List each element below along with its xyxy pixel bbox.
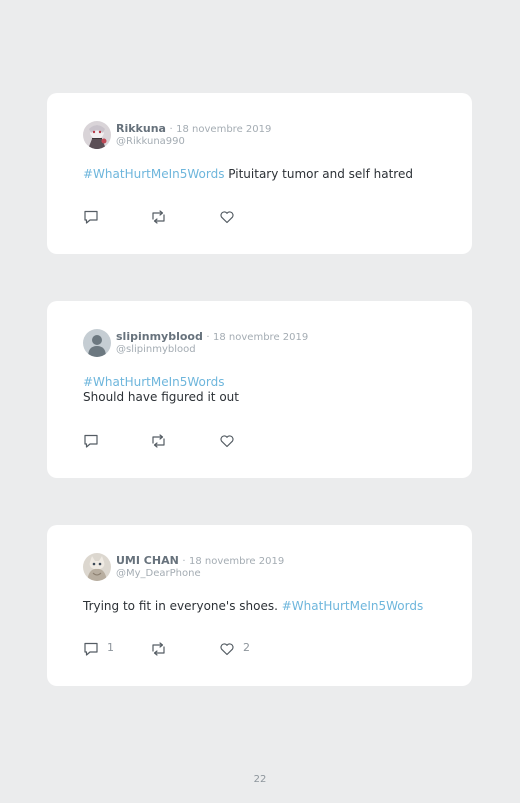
retweet-button[interactable] [150,641,167,657]
author-handle[interactable]: @My_DearPhone [116,568,284,580]
tweet-actions [83,433,283,449]
avatar[interactable] [83,553,111,581]
separator-dot: · [206,332,210,343]
hashtag-link[interactable]: #WhatHurtMeIn5Words [83,167,224,181]
retweet-icon [150,641,167,657]
tweet-date[interactable]: 18 novembre 2019 [176,124,271,135]
tweet-card: slipinmyblood · 18 novembre 2019 @slipin… [47,301,472,478]
tweet-card: Rikkuna · 18 novembre 2019 @Rikkuna990 #… [47,93,472,254]
like-count: 2 [243,641,250,654]
tweet-text: #WhatHurtMeIn5Words Should have figured … [83,375,239,405]
retweet-icon [150,209,167,225]
tweet-text: Trying to fit in everyone's shoes. #What… [83,599,423,614]
like-button[interactable] [219,209,235,225]
tweet-text: #WhatHurtMeIn5Words Pituitary tumor and … [83,167,413,182]
hashtag-link[interactable]: #WhatHurtMeIn5Words [83,375,239,390]
tweet-card: UMI CHAN · 18 novembre 2019 @My_DearPhon… [47,525,472,686]
hashtag-link[interactable]: #WhatHurtMeIn5Words [282,599,423,613]
default-user-avatar[interactable] [83,329,111,357]
tweet-body: Should have figured it out [83,390,239,404]
author-name[interactable]: slipinmyblood [116,330,203,343]
reply-button[interactable] [83,641,99,657]
tweet-actions [83,209,283,225]
like-button[interactable] [219,433,235,449]
retweet-button[interactable] [150,209,167,225]
retweet-icon [150,433,167,449]
reply-button[interactable] [83,209,99,225]
reply-icon [83,641,99,657]
tweet-body: Pituitary tumor and self hatred [228,167,413,181]
separator-dot: · [169,124,173,135]
reply-count: 1 [107,641,114,654]
like-button[interactable] [219,641,235,657]
tweet-date[interactable]: 18 novembre 2019 [189,556,284,567]
reply-button[interactable] [83,433,99,449]
author-handle[interactable]: @slipinmyblood [116,344,308,356]
heart-icon [219,209,235,225]
heart-icon [219,433,235,449]
author-name[interactable]: UMI CHAN [116,554,179,567]
tweet-actions: 1 2 [83,641,283,657]
page-number: 22 [253,774,267,785]
reply-icon [83,209,99,225]
author-name[interactable]: Rikkuna [116,122,166,135]
tweet-body: Trying to fit in everyone's shoes. [83,599,278,613]
retweet-button[interactable] [150,433,167,449]
tweet-date[interactable]: 18 novembre 2019 [213,332,308,343]
heart-icon [219,641,235,657]
avatar[interactable] [83,121,111,149]
separator-dot: · [182,556,186,567]
author-handle[interactable]: @Rikkuna990 [116,136,271,148]
reply-icon [83,433,99,449]
